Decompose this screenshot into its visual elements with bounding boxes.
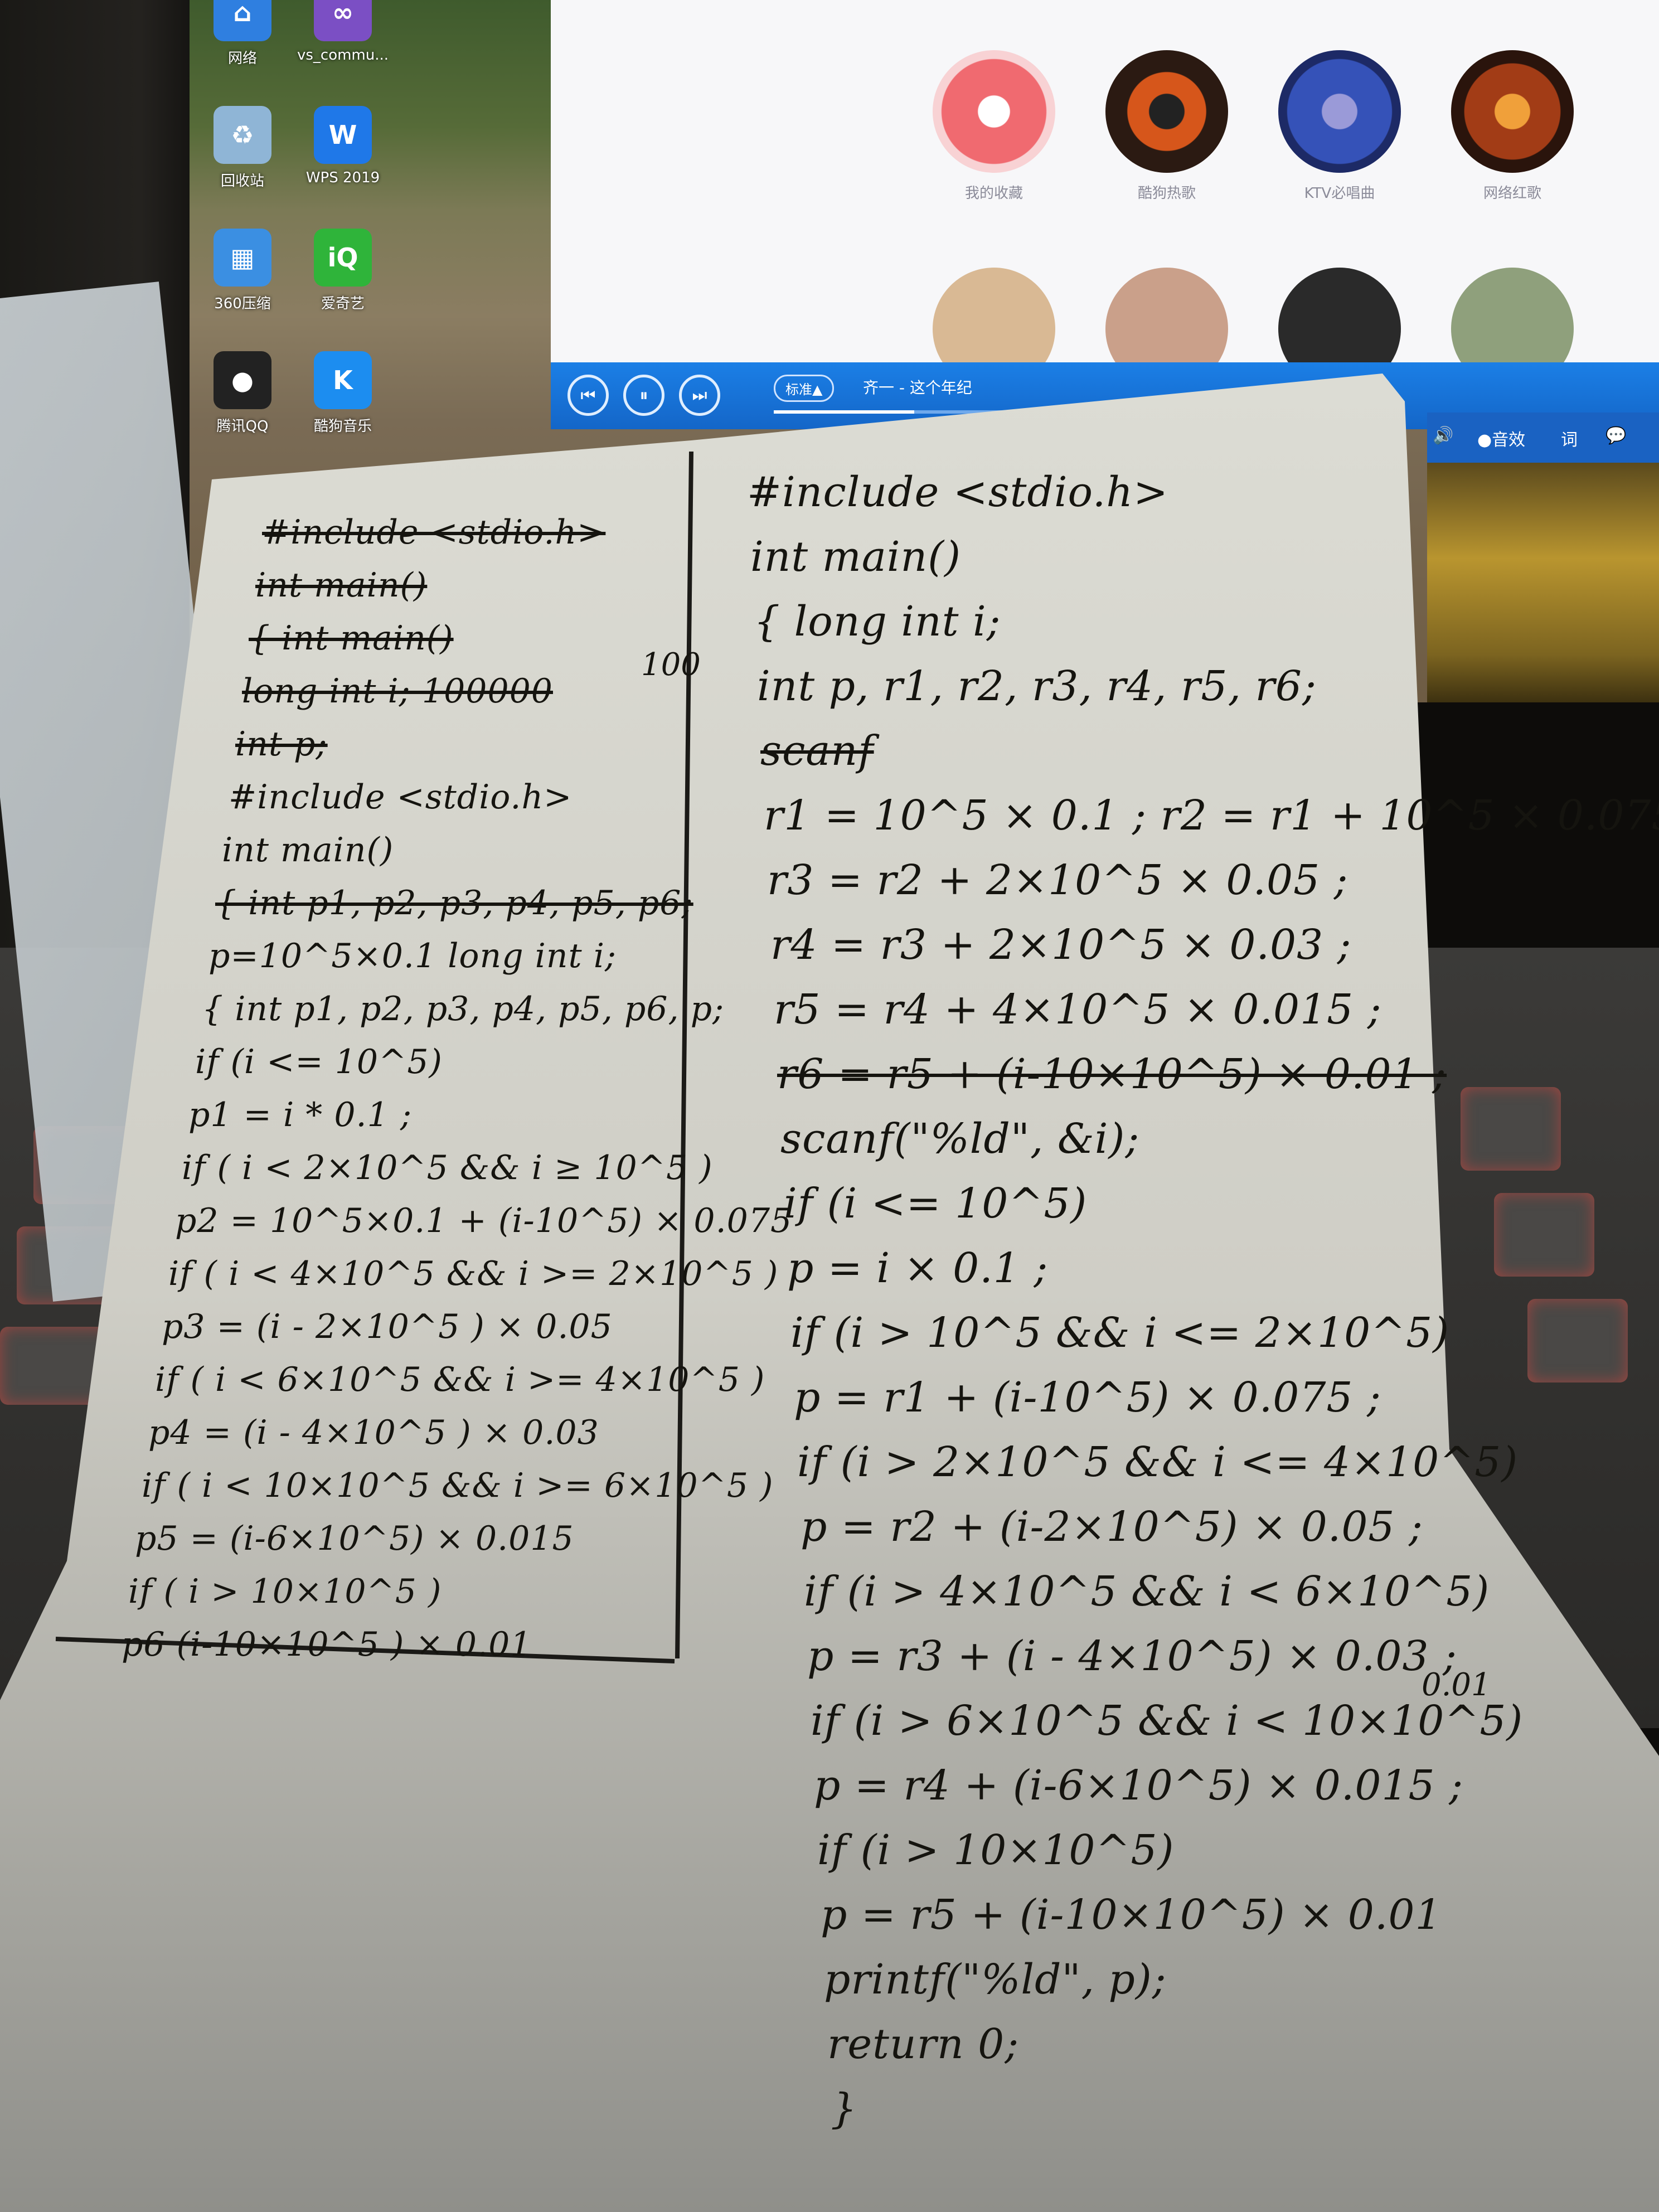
right-code-line: int p, r1, r2, r3, r4, r5, r6; [757, 662, 1317, 710]
right-code-line: r3 = r2 + 2×10^5 × 0.05 ; [767, 856, 1348, 904]
left-code-line: #include <stdio.h> [229, 778, 573, 817]
left-code-line: if ( i < 2×10^5 && i ≥ 10^5 ) [182, 1148, 713, 1187]
right-code-line: int main() [750, 533, 961, 581]
left-code-line: int p; [235, 725, 328, 764]
right-code-line: if (i > 2×10^5 && i <= 4×10^5) [797, 1438, 1519, 1486]
left-code-line: { int main() [249, 619, 454, 658]
left-code-line: p2 = 10^5×0.1 + (i-10^5) × 0.075 [175, 1201, 793, 1240]
right-code-line: return 0; [827, 2020, 1020, 2068]
right-code-line: } [831, 2085, 858, 2133]
left-code-line: if ( i < 6×10^5 && i >= 4×10^5 ) [155, 1360, 765, 1399]
left-code-line: long int i; 100000 [242, 672, 553, 711]
left-code-line: if ( i > 10×10^5 ) [128, 1572, 442, 1611]
left-code-line: p6 (i-10×10^5 ) × 0.01 [122, 1625, 532, 1664]
right-code-line: scanf("%ld", &i); [780, 1115, 1140, 1163]
right-code-line: printf("%ld", p); [824, 1956, 1167, 2004]
right-code-line: if (i > 10×10^5) [817, 1826, 1175, 1874]
margin-note-left: 100 [641, 647, 701, 683]
left-code-line: p3 = (i - 2×10^5 ) × 0.05 [162, 1307, 613, 1346]
left-code-line: if ( i < 10×10^5 && i >= 6×10^5 ) [142, 1466, 774, 1505]
right-code-line: if (i > 6×10^5 && i < 10×10^5) [811, 1697, 1524, 1745]
right-code-line: p = r4 + (i-6×10^5) × 0.015 ; [814, 1762, 1464, 1810]
right-code-line: p = i × 0.1 ; [787, 1244, 1049, 1292]
left-code-line: { int p1, p2, p3, p4, p5, p6; [215, 884, 693, 923]
right-code-line: r1 = 10^5 × 0.1 ; r2 = r1 + 10^5 × 0.075… [764, 792, 1659, 840]
handwritten-sheet: #include <stdio.h> int main() { int main()… [0, 0, 1659, 2212]
left-code-line: int main() [255, 566, 428, 605]
right-code-line: p = r3 + (i - 4×10^5) × 0.03 ; [807, 1632, 1457, 1680]
right-code-line: p = r1 + (i-10^5) × 0.075 ; [794, 1374, 1381, 1422]
left-code-line: if (i <= 10^5) [195, 1042, 443, 1081]
right-code-line: r6 = r5 + (i-10×10^5) × 0.01 ; [777, 1050, 1447, 1098]
photo-scene: ⌂ 网络 ∞ vs_commu... ♻ 回收站 W WPS 2019 ▦ 36… [0, 0, 1659, 2212]
left-code-line: p=10^5×0.1 long int i; [208, 937, 617, 976]
right-code-line: if (i <= 10^5) [784, 1180, 1088, 1228]
left-code-line: int main() [222, 831, 394, 870]
left-code-line: p1 = i * 0.1 ; [188, 1095, 413, 1134]
right-code-line: p = r2 + (i-2×10^5) × 0.05 ; [801, 1503, 1423, 1551]
left-code-line: p4 = (i - 4×10^5 ) × 0.03 [148, 1413, 599, 1452]
right-code-line: r5 = r4 + 4×10^5 × 0.015 ; [774, 986, 1382, 1034]
right-code-line: if (i > 10^5 && i <= 2×10^5) [790, 1309, 1450, 1357]
right-code-line: if (i > 4×10^5 && i < 6×10^5) [804, 1568, 1490, 1616]
left-code-line: #include <stdio.h> [262, 513, 606, 552]
right-code-line: r4 = r3 + 2×10^5 × 0.03 ; [770, 921, 1352, 969]
right-code-line: { long int i; [754, 598, 1001, 646]
left-code-line: { int p1, p2, p3, p4, p5, p6, p; [202, 989, 725, 1029]
right-code-line: p = r5 + (i-10×10^5) × 0.01 [821, 1891, 1442, 1939]
right-code-line: scanf [760, 727, 874, 775]
right-code-line: #include <stdio.h> [747, 468, 1168, 516]
left-code-line: p5 = (i-6×10^5) × 0.015 [135, 1519, 574, 1558]
left-code-line: if ( i < 4×10^5 && i >= 2×10^5 ) [168, 1254, 779, 1293]
margin-note-right: 0.01 [1422, 1667, 1491, 1703]
